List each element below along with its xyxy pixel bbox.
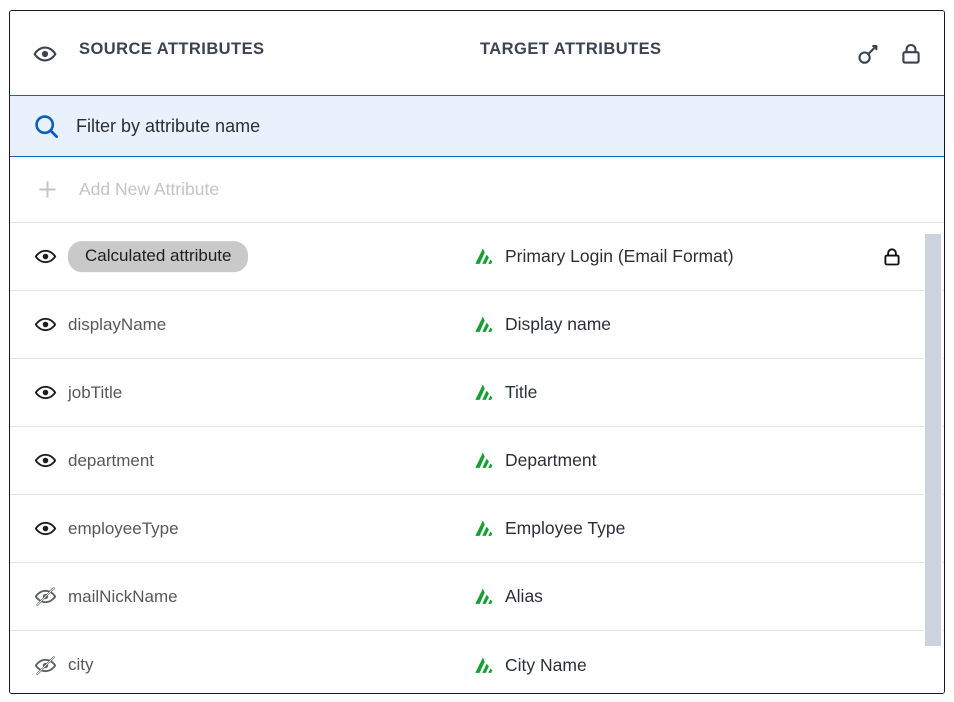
key-icon bbox=[855, 42, 881, 68]
target-attribute-label: Title bbox=[505, 382, 538, 402]
eye-icon[interactable] bbox=[32, 244, 58, 270]
target-attribute-label: City Name bbox=[505, 654, 587, 675]
table-row[interactable]: employeeType Employee Type bbox=[10, 495, 944, 563]
attribute-mapping-icon bbox=[472, 518, 494, 540]
source-attribute-cell: mailNickName bbox=[68, 586, 178, 606]
add-new-attribute-label: Add New Attribute bbox=[79, 179, 220, 199]
lock-icon bbox=[898, 41, 924, 67]
lock-icon[interactable] bbox=[880, 245, 904, 269]
vertical-scrollbar[interactable] bbox=[924, 223, 942, 693]
eye-icon[interactable] bbox=[32, 448, 58, 474]
table-row[interactable]: city City Name bbox=[10, 631, 944, 693]
filter-input-placeholder[interactable]: Filter by attribute name bbox=[76, 116, 260, 137]
table-row[interactable]: jobTitle Title bbox=[10, 359, 944, 427]
filter-row[interactable]: Filter by attribute name bbox=[10, 95, 944, 157]
target-attribute-label: Primary Login (Email Format) bbox=[505, 246, 734, 266]
target-attribute-label: Alias bbox=[505, 586, 543, 606]
target-attribute-cell: Department bbox=[472, 450, 596, 472]
attribute-mapping-icon bbox=[472, 314, 494, 336]
target-attribute-label: Display name bbox=[505, 314, 612, 334]
column-header-target: TARGET ATTRIBUTES bbox=[480, 40, 662, 58]
attribute-mapping-icon bbox=[472, 586, 494, 608]
target-attribute-label: Employee Type bbox=[505, 518, 626, 538]
source-attribute-cell: department bbox=[68, 450, 154, 470]
table-row[interactable]: displayName Display name bbox=[10, 291, 944, 359]
source-attribute-cell: city bbox=[68, 655, 94, 674]
target-attribute-cell: Primary Login (Email Format) bbox=[472, 246, 734, 268]
target-attribute-cell: City Name bbox=[472, 654, 587, 676]
target-attribute-cell: Title bbox=[472, 382, 537, 404]
target-attribute-cell: Display name bbox=[472, 314, 611, 336]
table-header: SOURCE ATTRIBUTES TARGET ATTRIBUTES bbox=[10, 11, 944, 95]
attribute-mapping-card: SOURCE ATTRIBUTES TARGET ATTRIBUTES Filt… bbox=[9, 10, 945, 694]
source-attribute-cell: employeeType bbox=[68, 518, 179, 538]
calculated-attribute-chip[interactable]: Calculated attribute bbox=[68, 240, 249, 273]
source-attribute-cell: displayName bbox=[68, 314, 167, 334]
plus-icon bbox=[35, 178, 59, 202]
eye-icon[interactable] bbox=[32, 312, 58, 338]
source-attribute-cell: Calculated attribute bbox=[68, 240, 249, 273]
table-row[interactable]: mailNickName Alias bbox=[10, 563, 944, 631]
target-attribute-cell: Employee Type bbox=[472, 518, 625, 540]
eye-icon bbox=[32, 41, 58, 67]
eye-icon[interactable] bbox=[32, 516, 58, 542]
source-attribute-cell: jobTitle bbox=[68, 382, 123, 402]
target-attribute-cell: Alias bbox=[472, 586, 543, 608]
eye-off-icon[interactable] bbox=[32, 584, 58, 610]
scrollbar-thumb[interactable] bbox=[925, 234, 941, 646]
attribute-mapping-panel: SOURCE ATTRIBUTES TARGET ATTRIBUTES Filt… bbox=[0, 0, 954, 702]
add-new-attribute-row[interactable]: Add New Attribute bbox=[10, 157, 944, 223]
table-row[interactable]: Calculated attribute Primary Login (Emai… bbox=[10, 223, 944, 291]
attribute-mapping-icon bbox=[472, 654, 494, 676]
attribute-rows-list: Calculated attribute Primary Login (Emai… bbox=[10, 223, 944, 693]
attribute-mapping-icon bbox=[472, 450, 494, 472]
column-header-source: SOURCE ATTRIBUTES bbox=[79, 40, 265, 58]
table-row[interactable]: department Department bbox=[10, 427, 944, 495]
target-attribute-label: Department bbox=[505, 450, 597, 470]
eye-icon[interactable] bbox=[32, 380, 58, 406]
attribute-mapping-icon bbox=[472, 246, 494, 268]
search-icon bbox=[32, 112, 60, 140]
attribute-mapping-icon bbox=[472, 382, 494, 404]
eye-off-icon[interactable] bbox=[32, 652, 58, 678]
